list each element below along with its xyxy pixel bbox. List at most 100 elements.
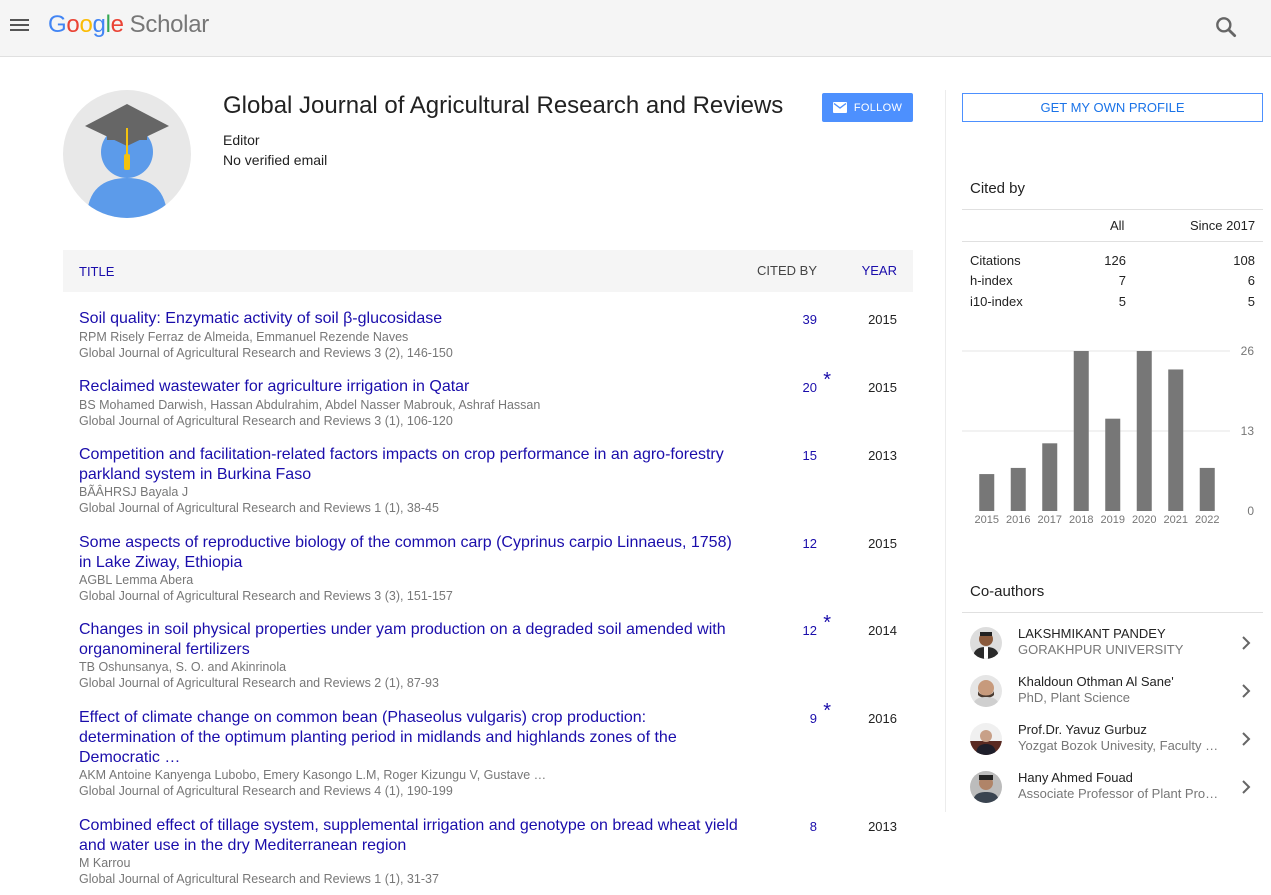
google-scholar-logo[interactable]: Google Scholar [48, 11, 209, 39]
cited-by-count[interactable]: 9 [810, 711, 817, 726]
article-venue: Global Journal of Agricultural Research … [79, 501, 439, 515]
stat-label[interactable]: h-index [970, 273, 1013, 288]
coauthor-name: Khaldoun Othman Al Sane' [1018, 674, 1174, 689]
article-year: 2015 [868, 380, 897, 395]
article-authors: RPM Risely Ferraz de Almeida, Emmanuel R… [79, 330, 409, 344]
chart-x-tick-label: 2019 [1101, 514, 1125, 526]
article-authors: TB Oshunsanya, S. O. and Akinrinola [79, 660, 287, 674]
profile-name: Global Journal of Agricultural Research … [223, 92, 784, 119]
chart-bar-2019 [1105, 418, 1121, 511]
cited-by-count[interactable]: 15 [803, 448, 817, 463]
article-title[interactable]: Combined effect of tillage system, suppl… [79, 816, 744, 856]
chart-bar-2015 [979, 474, 995, 511]
chart-bar-2017 [1042, 443, 1058, 511]
chart-x-tick-label: 2022 [1195, 514, 1219, 526]
article-authors: BS Mohamed Darwish, Hassan Abdulrahim, A… [79, 398, 541, 412]
coauthor-item[interactable]: Hany Ahmed Fouad Associate Professor of … [962, 765, 1263, 809]
stat-row-h-index: h-index 7 6 [970, 273, 1255, 293]
coauthor-affiliation: GORAKHPUR UNIVERSITY [1018, 642, 1184, 657]
stats-col-since: Since 2017 [1190, 218, 1256, 233]
merged-citation-star[interactable]: * [823, 612, 831, 635]
coauthor-avatar [970, 771, 1002, 803]
chart-x-tick-label: 2020 [1132, 514, 1156, 526]
article-title[interactable]: Changes in soil physical properties unde… [79, 620, 744, 660]
coauthor-item[interactable]: Khaldoun Othman Al Sane' PhD, Plant Scie… [962, 669, 1263, 713]
stat-since: 5 [1247, 294, 1255, 309]
envelope-icon [832, 102, 847, 113]
article-year: 2015 [868, 312, 897, 327]
coauthor-avatar [970, 675, 1002, 707]
article-year: 2013 [868, 819, 897, 834]
coauthor-avatar [970, 627, 1002, 659]
stat-all: 126 [1104, 253, 1126, 268]
sort-by-year[interactable]: YEAR [862, 263, 897, 278]
article-authors: AGBL Lemma Abera [79, 573, 194, 587]
articles-table-header: TITLE CITED BY YEAR [63, 250, 913, 292]
article-title[interactable]: Soil quality: Enzymatic activity of soil… [79, 309, 744, 329]
cited-by-count[interactable]: 8 [810, 819, 817, 834]
get-my-own-profile-button[interactable]: GET MY OWN PROFILE [962, 93, 1263, 122]
cited-by-rule [962, 209, 1263, 210]
article-title[interactable]: Competition and facilitation-related fac… [79, 445, 744, 485]
stat-since: 108 [1233, 253, 1255, 268]
article-title[interactable]: Effect of climate change on common bean … [79, 708, 744, 768]
chart-x-tick-label: 2021 [1164, 514, 1188, 526]
stat-label[interactable]: Citations [970, 253, 1021, 268]
cited-by-count[interactable]: 12 [803, 536, 817, 551]
article-venue: Global Journal of Agricultural Research … [79, 676, 439, 690]
merged-citation-star[interactable]: * [823, 369, 831, 392]
follow-button[interactable]: FOLLOW [822, 93, 913, 122]
coauthor-affiliation: Associate Professor of Plant Pro… [1018, 786, 1219, 801]
article-title[interactable]: Reclaimed wastewater for agriculture irr… [79, 377, 744, 397]
sort-by-cited: CITED BY [757, 263, 817, 278]
article-venue: Global Journal of Agricultural Research … [79, 414, 453, 428]
coauthor-item[interactable]: LAKSHMIKANT PANDEY GORAKHPUR UNIVERSITY [962, 621, 1263, 665]
chart-bar-2020 [1136, 351, 1152, 511]
stat-label[interactable]: i10-index [970, 294, 1023, 309]
profile-avatar [63, 90, 191, 218]
cited-by-title: Cited by [970, 180, 1026, 197]
cited-by-count[interactable]: 39 [803, 312, 817, 327]
search-icon[interactable] [1213, 14, 1239, 40]
article-title[interactable]: Some aspects of reproductive biology of … [79, 533, 744, 573]
menu-icon[interactable] [9, 14, 31, 36]
coauthor-item[interactable]: Prof.Dr. Yavuz Gurbuz Yozgat Bozok Unive… [962, 717, 1263, 761]
coauthor-name: Prof.Dr. Yavuz Gurbuz [1018, 722, 1147, 737]
chart-bar-2016 [1010, 467, 1026, 511]
stat-all: 7 [1118, 273, 1126, 288]
stats-header-rule [962, 241, 1263, 242]
merged-citation-star[interactable]: * [823, 700, 831, 723]
stats-col-all: All [1110, 218, 1125, 233]
sort-by-title[interactable]: TITLE [79, 264, 114, 279]
article-authors: BÃÂHRSJ Bayala J [79, 485, 189, 499]
top-bar: Google Scholar [0, 0, 1271, 57]
chart-bar-2021 [1168, 369, 1184, 511]
stat-all: 5 [1118, 294, 1126, 309]
article-venue: Global Journal of Agricultural Research … [79, 784, 453, 798]
coauthor-affiliation: PhD, Plant Science [1018, 690, 1131, 705]
column-divider [945, 90, 946, 812]
stat-row-i10-index: i10-index 5 5 [970, 294, 1255, 314]
chart-bar-2018 [1073, 351, 1089, 511]
article-year: 2016 [868, 711, 897, 726]
citations-per-year-chart: 26 13 0 2015 2016 2017 2018 2019 2020 2021 2022 [962, 345, 1255, 526]
article-venue: Global Journal of Agricultural Research … [79, 346, 453, 360]
coauthors-rule [962, 612, 1263, 613]
article-year: 2015 [868, 536, 897, 551]
scholar-avatar-icon [85, 104, 169, 218]
chevron-right-icon [1242, 636, 1251, 650]
cited-by-count[interactable]: 20 [803, 380, 817, 395]
stat-row-citations: Citations 126 108 [970, 253, 1255, 273]
chart-y-tick-label: 0 [1247, 504, 1254, 518]
coauthor-name: Hany Ahmed Fouad [1018, 770, 1133, 785]
chart-x-tick-label: 2018 [1069, 514, 1093, 526]
coauthor-affiliation: Yozgat Bozok Univesity, Faculty … [1018, 738, 1219, 753]
cited-by-count[interactable]: 12 [803, 623, 817, 638]
chart-x-tick-label: 2015 [975, 514, 999, 526]
article-authors: AKM Antoine Kanyenga Lubobo, Emery Kason… [79, 768, 547, 782]
coauthor-name: LAKSHMIKANT PANDEY [1018, 626, 1166, 641]
chart-x-tick-label: 2016 [1006, 514, 1030, 526]
chevron-right-icon [1242, 684, 1251, 698]
chart-x-tick-label: 2017 [1038, 514, 1062, 526]
chart-y-tick-label: 26 [1241, 345, 1255, 358]
